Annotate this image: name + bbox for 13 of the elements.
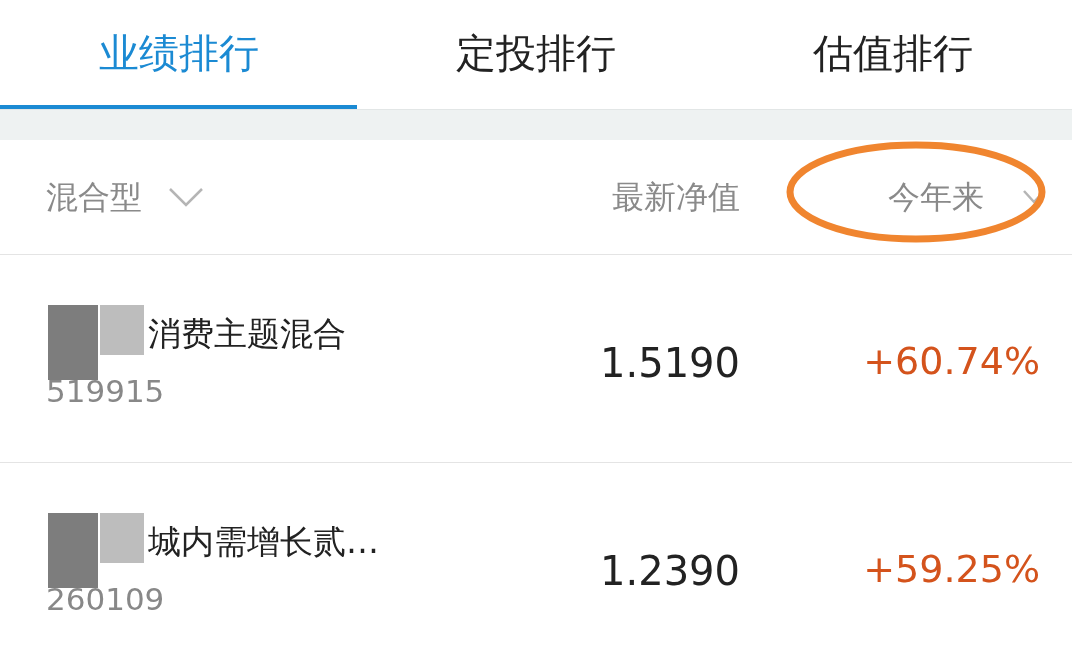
tab[interactable]: 估值排行 (714, 0, 1072, 109)
fund-name[interactable]: 消费主题混合 (148, 309, 346, 359)
ytd-return: +59.25% (863, 546, 1040, 593)
chevron-down-icon[interactable] (168, 187, 204, 207)
redaction-block (100, 305, 144, 355)
redaction-block (100, 513, 144, 563)
fund-name[interactable]: 城内需增长贰… (148, 517, 379, 567)
tab[interactable]: 定投排行 (357, 0, 715, 109)
fund-code: 260109 (46, 580, 165, 619)
net-value: 1.2390 (600, 547, 740, 596)
fund-code: 519915 (46, 372, 165, 411)
ytd-return: +60.74% (863, 338, 1040, 385)
net-value: 1.5190 (600, 339, 740, 388)
